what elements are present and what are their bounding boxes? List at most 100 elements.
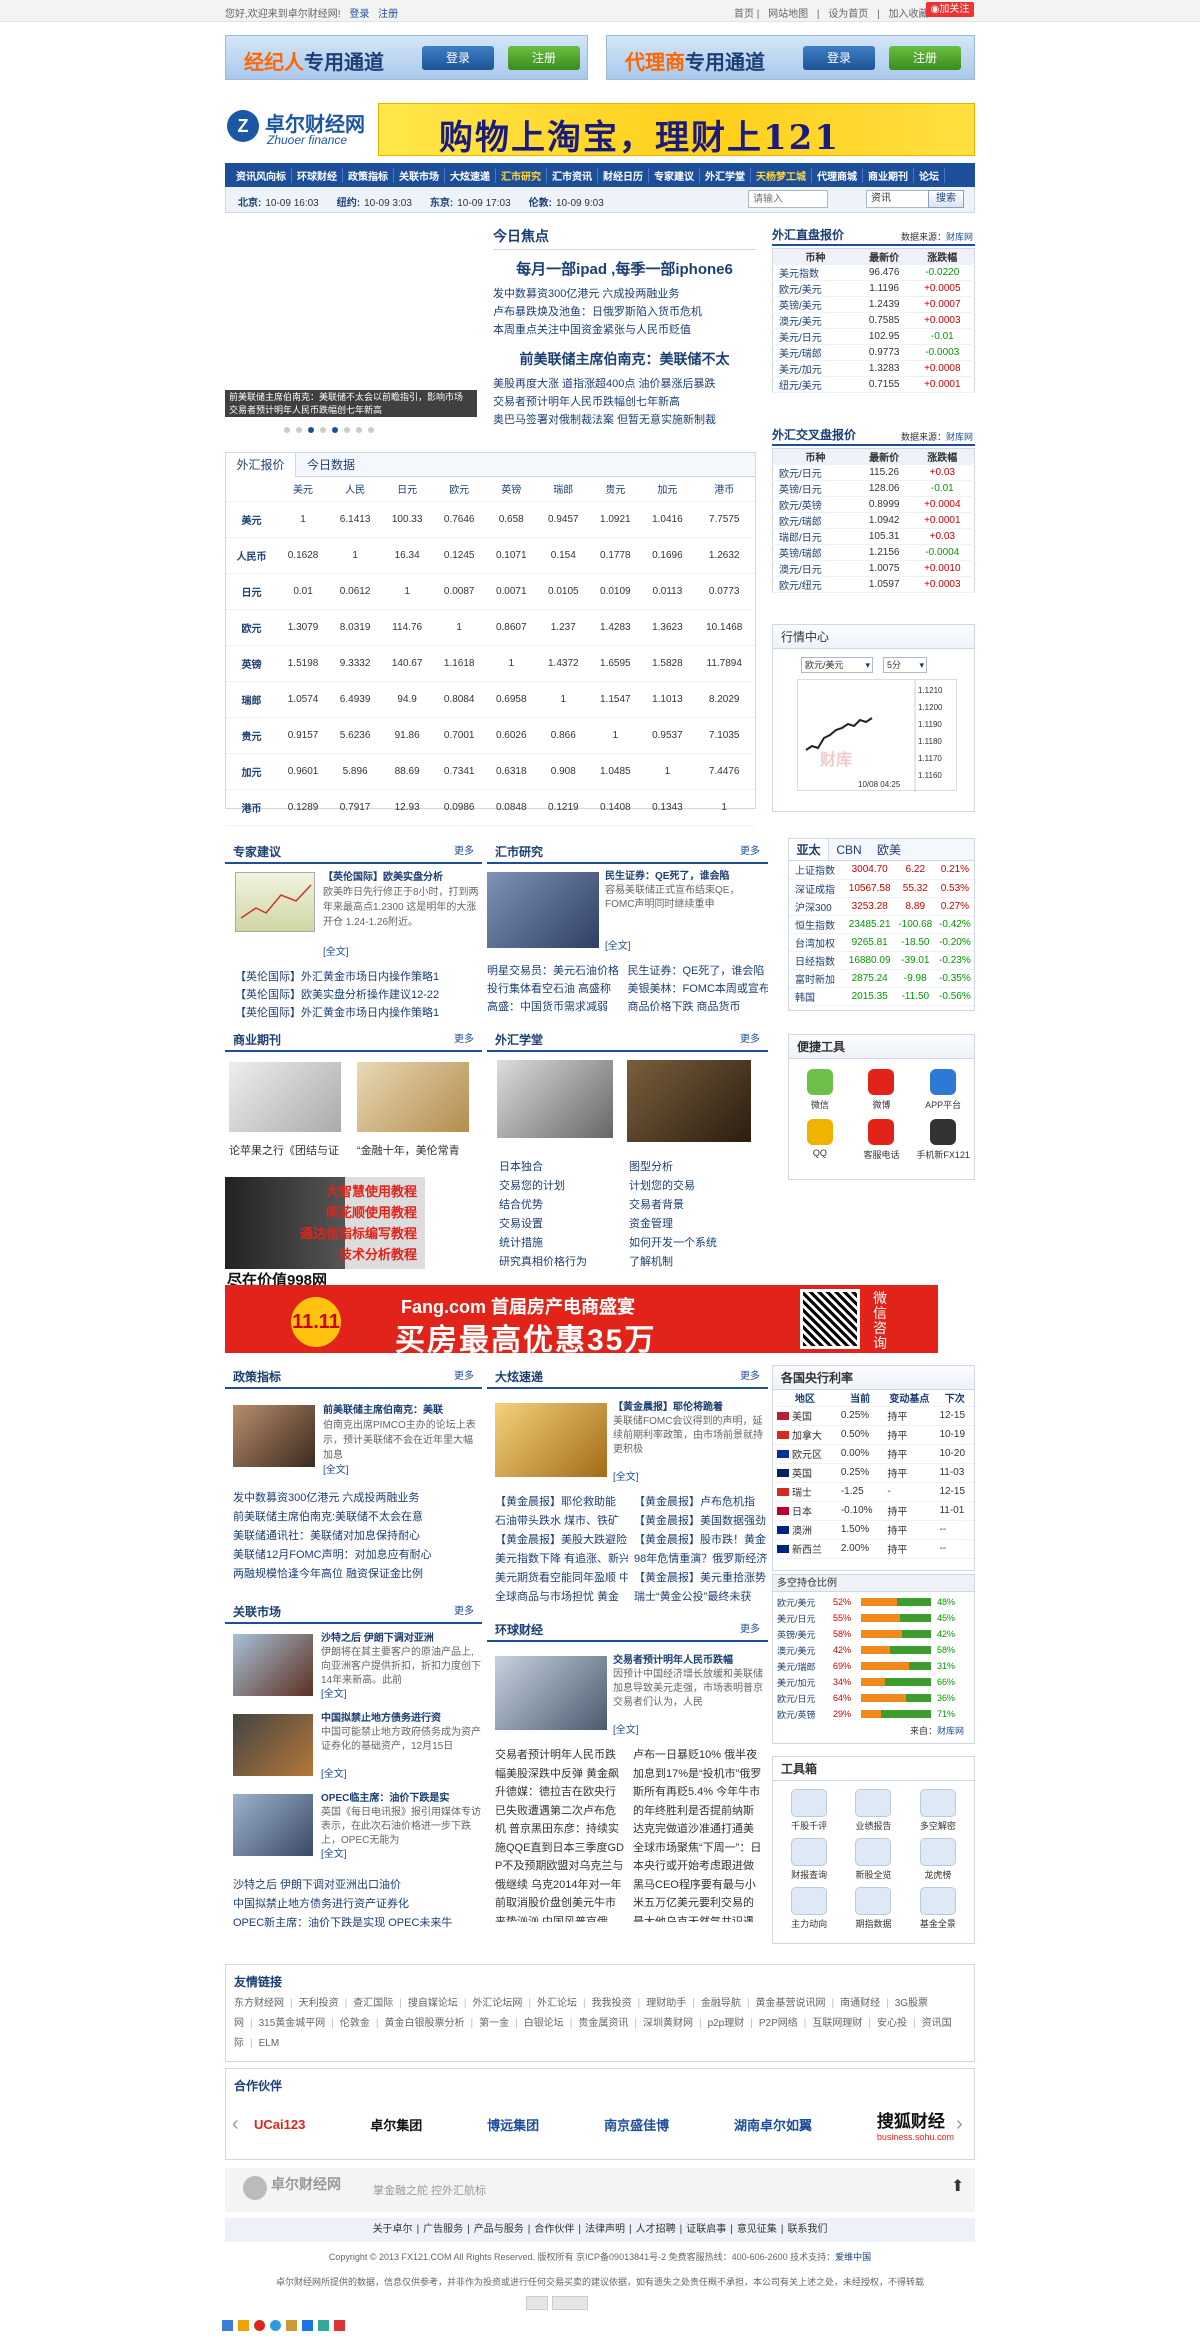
table-row[interactable]: 美元/日元 102.95 -0.01: [772, 328, 975, 345]
table-row[interactable]: 澳元/日元 1.0075 +0.0010: [772, 560, 975, 577]
school-more-link[interactable]: 更多: [740, 1028, 760, 1052]
fx-cell[interactable]: 0.1628: [277, 537, 330, 574]
friend-link[interactable]: 理财助手: [646, 1998, 686, 2009]
toolbox-item[interactable]: 主力动向: [777, 1887, 841, 1930]
fx-cell[interactable]: 8.0319: [329, 609, 382, 646]
table-row[interactable]: 纽元/美元 0.7155 +0.0001: [772, 376, 975, 393]
table-row[interactable]: 深证成指 10567.58 55.32 0.53%: [789, 879, 974, 898]
toolbox-item[interactable]: 新股全览: [841, 1838, 905, 1881]
tab-fx-quote[interactable]: 外汇报价: [226, 453, 296, 477]
table-row[interactable]: 富时新加 2875.24 -9.98 -0.35%: [789, 969, 974, 988]
fx-cell[interactable]: 16.34: [381, 537, 434, 574]
friend-link[interactable]: 外汇论坛网: [472, 1998, 522, 2009]
fx-cell[interactable]: 7.4476: [693, 753, 755, 790]
broker-register-button[interactable]: 注册: [508, 46, 580, 70]
research-news-item[interactable]: 投行集体看空石油 高盛称: [487, 980, 628, 998]
fx-cell[interactable]: 0.8607: [485, 609, 538, 646]
school-item[interactable]: 交易您的计划: [499, 1177, 629, 1196]
related-full-link[interactable]: [全文]: [321, 1769, 347, 1780]
fx-cell[interactable]: 1.4372: [537, 645, 590, 682]
fx-cell[interactable]: 0.1219: [537, 789, 590, 826]
back-to-top-icon[interactable]: ⬆: [951, 2176, 964, 2196]
fx-cell[interactable]: 1.0574: [277, 681, 330, 718]
table-row[interactable]: 韩国 2015.35 -11.50 -0.56%: [789, 987, 974, 1006]
fx-cell[interactable]: 0.6026: [485, 717, 538, 754]
fx-cell[interactable]: 1.0921: [589, 501, 642, 538]
school-item[interactable]: 交易者背景: [629, 1196, 759, 1215]
fx-cell[interactable]: 7.1035: [693, 717, 755, 754]
share-qzone-icon[interactable]: [222, 2320, 233, 2331]
fx-cell[interactable]: 1.4283: [589, 609, 642, 646]
fx-cell[interactable]: 0.0087: [433, 573, 486, 610]
nav-item[interactable]: 大炫速递: [445, 167, 496, 183]
policy-more-link[interactable]: 更多: [454, 1365, 474, 1389]
fx-cell[interactable]: 0.1071: [485, 537, 538, 574]
fx-cell[interactable]: 0.6318: [485, 753, 538, 790]
fx-cell[interactable]: 0.0773: [693, 573, 755, 610]
express-news-item[interactable]: 全球商品与市场担忧 黄金: [495, 1588, 628, 1607]
fx-cell[interactable]: 0.0105: [537, 573, 590, 610]
bookmark-link[interactable]: 加入收藏: [888, 9, 928, 20]
expert-headline[interactable]: 【英伦国际】欧美实盘分析: [323, 870, 481, 885]
table-row[interactable]: 瑞郎/日元 105.31 +0.03: [772, 528, 975, 545]
focus-news-item[interactable]: 交易者预计明年人民币跌幅创七年新高: [493, 393, 756, 411]
search-input[interactable]: [748, 190, 828, 208]
top-login-link[interactable]: 登录: [349, 9, 369, 20]
chevron-left-icon[interactable]: ‹: [232, 2113, 239, 2136]
table-row[interactable]: 新西兰 2.00% 持平 --: [773, 1539, 974, 1559]
research-thumb[interactable]: [487, 872, 599, 948]
nav-item[interactable]: 代理商城: [812, 167, 863, 183]
chevron-right-icon[interactable]: ›: [956, 2113, 963, 2136]
tool-item[interactable]: 微信: [789, 1069, 851, 1111]
fx-cell[interactable]: 1.237: [537, 609, 590, 646]
fx-cell[interactable]: 6.4939: [329, 681, 382, 718]
ls-row[interactable]: 欧元/美元 52% 48%: [777, 1594, 970, 1610]
related-full-link[interactable]: [全文]: [321, 1689, 347, 1700]
global-more-link[interactable]: 更多: [740, 1618, 760, 1642]
related-news-item[interactable]: OPEC新主席：油价下跌是实现 OPEC未来牛: [233, 1914, 481, 1933]
footer-link[interactable]: 广告服务: [423, 2224, 463, 2235]
global-full-link[interactable]: [全文]: [613, 1725, 639, 1736]
toolbox-item[interactable]: 多空解密: [906, 1789, 970, 1832]
research-more-link[interactable]: 更多: [740, 840, 760, 864]
toolbox-item[interactable]: 龙虎榜: [906, 1838, 970, 1881]
journal-item-1[interactable]: 论苹果之行《团结与证: [229, 1142, 339, 1158]
broker-login-button[interactable]: 登录: [422, 46, 494, 70]
related-thumb[interactable]: [233, 1714, 313, 1776]
friend-link[interactable]: 安心投: [877, 2018, 907, 2029]
toolbox-item[interactable]: 期指数据: [841, 1887, 905, 1930]
cross-source-link[interactable]: 财库网: [946, 432, 973, 442]
journal-item-2[interactable]: “金融十年，美伦常青: [357, 1142, 460, 1158]
global-col-2[interactable]: 卢布一日暴贬10% 俄半夜加息到17%是“投机市”俄罗斯所有再贬5.4% 今年牛…: [633, 1746, 763, 1922]
expert-thumb[interactable]: [235, 872, 315, 932]
related-news-item[interactable]: 中国拟禁止地方债务进行资产证券化: [233, 1895, 481, 1914]
journal-more-link[interactable]: 更多: [454, 1028, 474, 1052]
table-row[interactable]: 美元/加元 1.3283 +0.0008: [772, 360, 975, 377]
sitemap-link[interactable]: 网站地图: [768, 9, 808, 20]
school-item[interactable]: 结合优势: [499, 1196, 629, 1215]
fx-cell[interactable]: 1: [277, 501, 330, 538]
related-more-link[interactable]: 更多: [454, 1600, 474, 1624]
tech-support-link[interactable]: 爱维中国: [835, 2252, 871, 2262]
table-row[interactable]: 欧元/日元 115.26 +0.03: [772, 464, 975, 481]
ls-row[interactable]: 英镑/美元 58% 42%: [777, 1626, 970, 1642]
table-row[interactable]: 澳元/美元 0.7585 +0.0003: [772, 312, 975, 329]
fx-cell[interactable]: 0.1696: [641, 537, 694, 574]
research-news-item[interactable]: 民生证券：QE死了，谁会陷: [628, 962, 769, 980]
fx-cell[interactable]: 9.3332: [329, 645, 382, 682]
focus-news-item[interactable]: 卢布暴跌焕及池鱼：日俄罗斯陷入货币危机: [493, 303, 756, 321]
fx-cell[interactable]: 0.0071: [485, 573, 538, 610]
fx-cell[interactable]: 94.9: [381, 681, 434, 718]
fx-cell[interactable]: 1.3623: [641, 609, 694, 646]
partner-logo[interactable]: 博远集团: [487, 2115, 539, 2134]
ls-row[interactable]: 美元/瑞郎 69% 31%: [777, 1658, 970, 1674]
fx-cell[interactable]: 0.0848: [485, 789, 538, 826]
fx-cell[interactable]: 1.0485: [589, 753, 642, 790]
research-full-link[interactable]: [全文]: [605, 941, 631, 952]
journal-thumb-2[interactable]: [357, 1062, 469, 1132]
fx-cell[interactable]: 1.0416: [641, 501, 694, 538]
fx-cell[interactable]: 100.33: [381, 501, 434, 538]
tool-item[interactable]: 手机新FX121: [912, 1119, 974, 1161]
fx-cell[interactable]: 1: [433, 609, 486, 646]
partner-logo[interactable]: 搜狐财经 business.sohu.com: [877, 2107, 954, 2142]
